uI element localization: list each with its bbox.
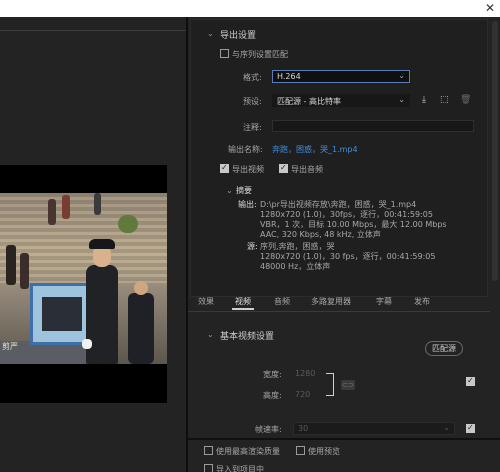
comment-input[interactable] xyxy=(272,120,474,132)
use-previews-label: 使用预览 xyxy=(308,447,340,456)
format-dropdown[interactable]: H.264 ⌄ xyxy=(272,70,410,83)
max-render-quality-checkbox[interactable] xyxy=(204,446,213,455)
summary-chevron-icon[interactable]: ⌄ xyxy=(226,186,233,195)
comment-label: 注释: xyxy=(243,123,262,132)
height-value[interactable]: 720 xyxy=(295,390,310,399)
preview-toolbar-divider xyxy=(0,30,186,31)
summary-output-line: AAC, 320 Kbps, 48 kHz, 立体声 xyxy=(260,230,381,239)
video-preview: 剪严 xyxy=(0,165,167,403)
match-sequence-checkbox[interactable] xyxy=(220,49,229,58)
video-frame-image: 剪严 xyxy=(0,193,167,364)
summary-output-label: 输出: xyxy=(238,200,257,209)
delete-preset-icon[interactable]: 🗑 xyxy=(460,95,471,105)
summary-source-label: 源: xyxy=(247,242,258,251)
import-project-checkbox[interactable] xyxy=(204,464,213,472)
tab-publish[interactable]: 发布 xyxy=(414,296,430,307)
active-tab-indicator xyxy=(232,308,254,310)
width-height-match-checkbox[interactable] xyxy=(466,376,475,386)
tab-audio[interactable]: 音频 xyxy=(274,296,290,307)
collapse-chevron-icon[interactable]: ⌄ xyxy=(207,29,214,38)
height-label: 高度: xyxy=(263,391,282,400)
max-render-quality-label: 使用最高渲染质量 xyxy=(216,447,280,456)
output-name-label: 输出名称: xyxy=(228,145,263,154)
import-project-label: 导入到项目中 xyxy=(216,465,264,472)
save-preset-icon[interactable]: ⤓ xyxy=(422,95,426,105)
preset-value: 匹配源 - 高比特率 xyxy=(277,97,341,106)
tab-video[interactable]: 视频 xyxy=(235,296,251,307)
scroll-thumb[interactable] xyxy=(492,21,498,281)
match-sequence-label: 与序列设置匹配 xyxy=(232,50,288,59)
video-watermark: 剪严 xyxy=(2,342,18,351)
export-video-checkbox[interactable] xyxy=(220,163,229,173)
collapse-chevron-icon[interactable]: ⌄ xyxy=(207,330,214,339)
import-preset-icon[interactable]: ⬚ xyxy=(440,95,449,105)
export-audio-label: 导出音频 xyxy=(291,165,323,174)
chevron-down-icon: ⌄ xyxy=(398,71,405,80)
scrollbar[interactable] xyxy=(490,17,500,472)
export-audio-checkbox[interactable] xyxy=(279,163,288,173)
chevron-down-icon: ⌄ xyxy=(443,423,450,432)
tab-multiplexer[interactable]: 多路复用器 xyxy=(311,296,351,307)
frame-rate-match-checkbox[interactable] xyxy=(466,423,475,433)
frame-rate-label: 帧速率: xyxy=(255,425,282,434)
summary-header: 摘要 xyxy=(236,186,252,195)
chevron-down-icon: ⌄ xyxy=(398,95,405,104)
preset-label: 预设: xyxy=(243,97,262,106)
window-titlebar: ✕ xyxy=(0,0,500,17)
summary-source-line: 48000 Hz，立体声 xyxy=(260,262,331,271)
use-previews-checkbox[interactable] xyxy=(296,446,305,455)
width-value[interactable]: 1280 xyxy=(295,369,315,378)
width-label: 宽度: xyxy=(263,370,282,379)
link-bracket xyxy=(326,373,334,396)
link-icon[interactable]: ⊂⊃ xyxy=(341,380,355,390)
format-label: 格式: xyxy=(243,73,262,82)
preset-dropdown[interactable]: 匹配源 - 高比特率 ⌄ xyxy=(272,94,410,107)
output-name-link[interactable]: 奔跑，困惑，哭_1.mp4 xyxy=(272,144,358,155)
match-source-button[interactable]: 匹配源 xyxy=(425,341,463,356)
frame-rate-dropdown[interactable]: 30 ⌄ xyxy=(293,422,455,435)
tab-captions[interactable]: 字幕 xyxy=(376,296,392,307)
settings-tabs: 效果 视频 音频 多路复用器 字幕 发布 xyxy=(188,293,490,311)
format-value: H.264 xyxy=(277,72,301,81)
export-video-label: 导出视频 xyxy=(232,165,264,174)
close-icon[interactable]: ✕ xyxy=(485,1,495,15)
settings-pane xyxy=(188,17,500,472)
basic-video-header: 基本视频设置 xyxy=(220,332,275,342)
export-settings-header: 导出设置 xyxy=(220,31,257,41)
frame-rate-value: 30 xyxy=(298,424,309,433)
tab-effects[interactable]: 效果 xyxy=(198,296,214,307)
